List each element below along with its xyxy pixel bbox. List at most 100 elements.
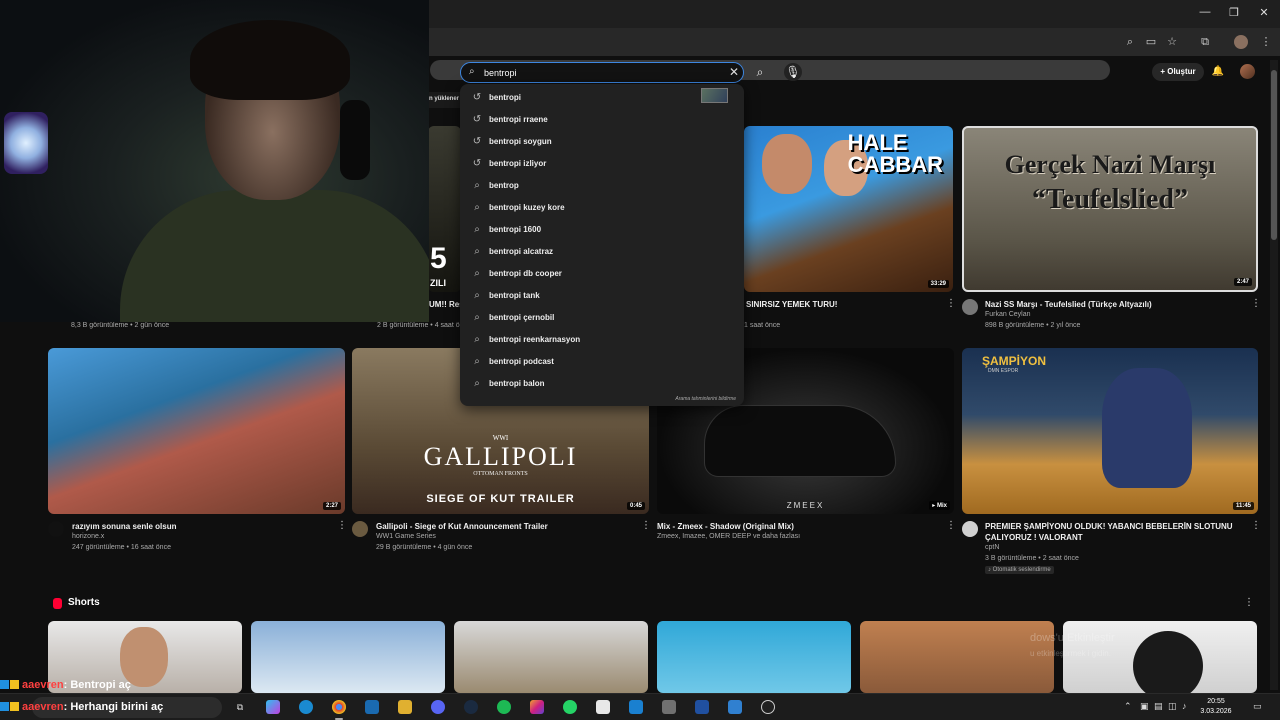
channel-name[interactable]: horizone.x [72, 533, 104, 540]
steam-icon[interactable] [464, 700, 478, 714]
app-icon[interactable] [728, 700, 742, 714]
search-suggestion[interactable]: ⌕ bentropi kuzey kore [460, 197, 744, 219]
search-button-icon[interactable]: ⌕ [752, 63, 768, 81]
thumb-character [1102, 368, 1192, 488]
minimize-icon[interactable]: — [1198, 6, 1212, 18]
app-icon[interactable] [662, 700, 676, 714]
file-explorer-icon[interactable] [398, 700, 412, 714]
search-suggestion[interactable]: ↺ bentropi izliyor [460, 153, 744, 175]
extensions-icon[interactable]: ⧉ [1197, 34, 1213, 50]
browser-profile-avatar[interactable] [1234, 35, 1248, 49]
channel-avatar[interactable] [962, 521, 978, 537]
dub-icon: ♪ [988, 567, 991, 573]
video-thumbnail-8[interactable]: ŞAMPİYON DMN ESPOR 11:45 [962, 348, 1258, 514]
spotify-icon[interactable] [497, 700, 511, 714]
clear-search-icon[interactable]: ✕ [729, 65, 739, 79]
chat-badge-icon [0, 702, 9, 711]
taskbar-clock[interactable]: 20:55 3.03.2026 [1198, 697, 1234, 717]
store-icon[interactable] [365, 700, 379, 714]
whatsapp-icon[interactable] [563, 700, 577, 714]
vscode-icon[interactable] [629, 700, 643, 714]
bookmark-star-icon[interactable]: ☆ [1164, 34, 1180, 50]
report-predictions-link[interactable]: Arama tahminlerini bildirme [675, 396, 736, 402]
video-title-8[interactable]: PREMIER ŞAMPİYONU OLDUK! YABANCI BEBELER… [985, 521, 1233, 543]
video-thumbnail-3[interactable]: HALE CABBAR 33:29 [744, 126, 953, 292]
channel-avatar[interactable] [962, 299, 978, 315]
search-suggestion[interactable]: ⌕ bentropi alcatraz [460, 241, 744, 263]
shorts-more-icon[interactable]: ⋮ [1244, 597, 1254, 608]
channel-name[interactable]: WW1 Game Series [376, 533, 436, 540]
scrollbar-thumb[interactable] [1271, 70, 1277, 240]
video-title-6[interactable]: Gallipoli - Siege of Kut Announcement Tr… [376, 521, 548, 532]
channel-avatar[interactable] [352, 521, 368, 537]
page-scrollbar[interactable] [1270, 60, 1278, 690]
thumb-text: ZILI [430, 278, 446, 288]
suggestion-text: bentropi tank [489, 291, 540, 300]
search-suggestion[interactable]: ↺ bentropi [460, 87, 744, 109]
browser-menu-icon[interactable]: ⋮ [1258, 34, 1274, 50]
account-avatar[interactable] [1240, 64, 1255, 79]
more-options-icon[interactable]: ⋮ [1251, 520, 1261, 531]
tray-overflow-icon[interactable]: ⌃ [1124, 701, 1132, 712]
tray-icon[interactable]: ▤ [1154, 701, 1163, 712]
video-thumbnail-1[interactable]: 5 ZILI [428, 126, 461, 292]
channel-avatar[interactable] [48, 521, 64, 537]
cast-icon[interactable]: ▭ [1143, 34, 1159, 50]
more-options-icon[interactable]: ⋮ [1251, 298, 1261, 309]
search-suggestion[interactable]: ⌕ bentropi tank [460, 285, 744, 307]
volume-icon[interactable]: ♪ [1182, 701, 1187, 711]
search-suggestion[interactable]: ⌕ bentropi podcast [460, 351, 744, 373]
chat-username: aaevren [22, 679, 64, 691]
create-button[interactable]: + Oluştur [1152, 63, 1204, 81]
voice-search-icon[interactable]: 🎙 [784, 63, 802, 81]
video-title-4[interactable]: Nazi SS Marşı - Teufelslied (Türkçe Alty… [985, 299, 1152, 310]
video-title-7[interactable]: Mix - Zmeex - Shadow (Original Mix) [657, 521, 794, 532]
short-item[interactable] [860, 621, 1054, 693]
search-suggestion[interactable]: ⌕ bentropi db cooper [460, 263, 744, 285]
search-suggestion[interactable]: ↺ bentropi rraene [460, 109, 744, 131]
chat-badge-icon [0, 680, 9, 689]
video-title-5[interactable]: razıyım sonuna senle olsun [72, 521, 176, 532]
short-item[interactable] [251, 621, 445, 693]
zoom-icon[interactable]: ⌕ [1122, 34, 1138, 50]
more-options-icon[interactable]: ⋮ [946, 520, 956, 531]
auto-dub-label: Otomatik seslendirme [992, 567, 1051, 573]
search-suggestion[interactable]: ⌕ bentrop [460, 175, 744, 197]
channel-name[interactable]: Furkan Ceylan [985, 311, 1031, 318]
short-item[interactable] [454, 621, 648, 693]
instagram-icon[interactable] [530, 700, 544, 714]
app-icon[interactable] [695, 700, 709, 714]
search-suggestion[interactable]: ↺ bentropi soygun [460, 131, 744, 153]
search-suggestion[interactable]: ⌕ bentropi 1600 [460, 219, 744, 241]
notifications-icon[interactable]: ▭ [1253, 701, 1262, 712]
search-input[interactable] [484, 65, 724, 80]
obs-icon[interactable] [761, 700, 775, 714]
search-suggestion[interactable]: ⌕ bentropi balon [460, 373, 744, 395]
notepad-icon[interactable] [596, 700, 610, 714]
search-box[interactable]: ⌕ ✕ [460, 62, 744, 83]
search-suggestion[interactable]: ⌕ bentropi çernobil [460, 307, 744, 329]
task-view-icon[interactable]: ⧉ [233, 700, 247, 714]
video-thumbnail-4[interactable]: Gerçek Nazi Marşı “Teufelslied” 2:47 [962, 126, 1258, 292]
chrome-icon[interactable] [332, 700, 346, 714]
thumb-text: ŞAMPİYON [982, 354, 1047, 368]
discord-icon[interactable] [431, 700, 445, 714]
copilot-icon[interactable] [266, 700, 280, 714]
channel-name[interactable]: cptN [985, 544, 999, 551]
short-item[interactable] [657, 621, 851, 693]
suggestion-text: bentropi [489, 93, 521, 102]
more-options-icon[interactable]: ⋮ [337, 520, 347, 531]
clock-time: 20:55 [1207, 698, 1225, 705]
notifications-bell-icon[interactable]: 🔔 [1210, 63, 1226, 81]
more-options-icon[interactable]: ⋮ [946, 298, 956, 309]
search-suggestion[interactable]: ⌕ bentropi reenkarnasyon [460, 329, 744, 351]
channel-name[interactable]: Zmeex, Imazee, OMER DEEP ve daha fazlası [657, 533, 800, 540]
edge-icon[interactable] [299, 700, 313, 714]
tray-icon[interactable]: ▣ [1140, 701, 1149, 712]
more-options-icon[interactable]: ⋮ [641, 520, 651, 531]
video-title-3[interactable]: SINIRSIZ YEMEK TURU! [746, 299, 837, 310]
network-icon[interactable]: ◫ [1168, 701, 1177, 712]
restore-icon[interactable]: ❐ [1227, 6, 1241, 19]
video-thumbnail-5[interactable]: 2:27 [48, 348, 345, 514]
close-window-icon[interactable]: ✕ [1257, 6, 1271, 19]
